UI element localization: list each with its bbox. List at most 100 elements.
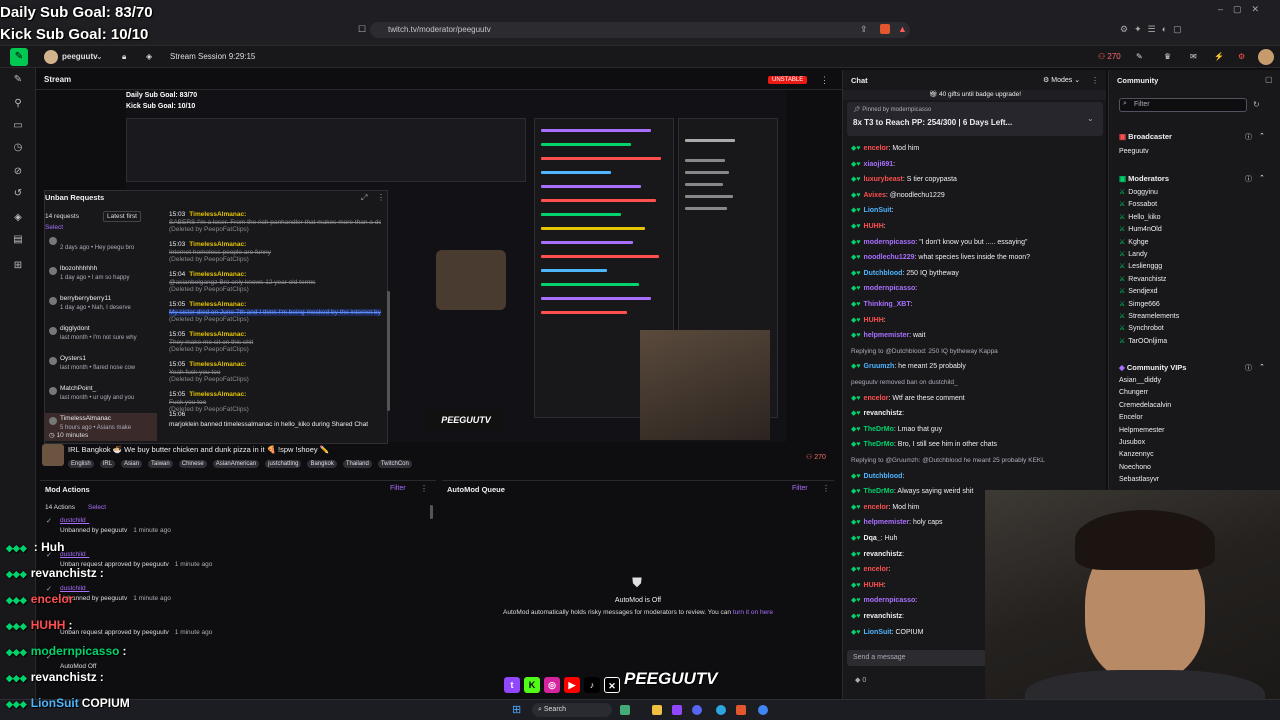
vip-item[interactable]: Helpmemester — [1119, 427, 1165, 434]
unban-request-row[interactable]: Oysters1 last month • flared nose cow — [45, 353, 157, 381]
mod-action-user[interactable]: dustchild_ — [60, 517, 89, 524]
chat-message[interactable]: ◆♥ revanchistz: — [851, 409, 904, 419]
stream-tag[interactable]: Bangkok — [307, 460, 337, 468]
stream-tag[interactable]: Thailand — [342, 460, 372, 468]
stream-tag[interactable]: Chinese — [178, 460, 207, 468]
chat-username[interactable]: HUHH — [864, 317, 884, 324]
chat-message[interactable]: ◆♥ TheDrMo: Lmao that guy — [851, 425, 942, 435]
vip-item[interactable]: Encelor — [1119, 414, 1143, 421]
chat-username[interactable]: Gruumzh — [864, 363, 895, 370]
moderator-item[interactable]: ⚔ Revanchistz — [1119, 275, 1166, 283]
chevron-down-icon[interactable]: ⌄ — [96, 50, 103, 64]
chat-message[interactable]: ◆♥ modernpicasso: "I don't know you but .… — [851, 238, 1027, 248]
chat-username[interactable]: helpmemister — [864, 519, 910, 526]
stream-tag[interactable]: IRL — [99, 460, 116, 468]
chat-message[interactable]: ◆♥ HUHH: — [851, 581, 886, 591]
channel-name[interactable]: peeguutv — [62, 50, 98, 64]
history-icon[interactable]: ↺ — [12, 188, 24, 200]
moderator-item[interactable]: ⚔ Sendjexd — [1119, 287, 1157, 295]
brave-shield-icon[interactable] — [880, 24, 890, 34]
chat-username[interactable]: TheDrMo — [864, 441, 894, 448]
chat-username[interactable]: encelor — [864, 145, 889, 152]
more-icon[interactable]: ⋮ — [822, 484, 830, 493]
chat-username[interactable]: helpmemister — [864, 332, 910, 339]
stream-tag[interactable]: Asian — [121, 460, 143, 468]
turn-on-link[interactable]: turn it on here — [733, 609, 773, 616]
refresh-icon[interactable]: ↻ — [1253, 100, 1260, 109]
stream-tag[interactable]: justchatting — [265, 460, 302, 468]
moderator-item[interactable]: ⚔ Synchrobot — [1119, 324, 1164, 332]
crown-icon[interactable]: ♛ — [1164, 50, 1171, 64]
moderator-item[interactable]: ⚔ Hello_kiko — [1119, 213, 1161, 221]
chat-username[interactable]: xiaoji691 — [864, 161, 894, 168]
unban-request-row[interactable]: MatchPoint_ last month • ur ugly and you — [45, 383, 157, 411]
chat-message[interactable]: ◆♥ xiaoji691: — [851, 160, 895, 170]
vip-item[interactable]: Asian__diddy — [1119, 377, 1161, 384]
chat-message[interactable]: ◆♥ modernpicasso: — [851, 596, 917, 606]
moderator-item[interactable]: ⚔ Simge666 — [1119, 300, 1160, 308]
chat-message[interactable]: Replying to @Dutchblood: 250 IQ bytheway… — [851, 347, 998, 357]
chat-username[interactable]: encelor — [864, 566, 889, 573]
chat-message[interactable]: ◆♥ Dutchblood: 250 IQ bytheway — [851, 269, 959, 279]
vips-heading[interactable]: ◆ Community VIPs — [1119, 363, 1186, 372]
pen-icon[interactable]: ✎ — [1136, 50, 1143, 64]
chevron-up-icon[interactable]: ⌃ — [1259, 174, 1265, 182]
chat-message[interactable]: ◆♥ HUHH: — [851, 316, 886, 326]
shield-check-icon[interactable]: ◈ — [12, 212, 24, 224]
moderator-item[interactable]: ⚔ Fossabot — [1119, 200, 1157, 208]
checkbox[interactable]: ✓ — [46, 517, 52, 525]
chat-message[interactable]: ◆♥ revanchistz: — [851, 550, 904, 560]
app-icon[interactable] — [672, 705, 682, 715]
filter-button[interactable]: Filter — [390, 485, 406, 492]
stream-tag[interactable]: English — [68, 460, 94, 468]
pin-icon[interactable]: ⚲ — [12, 98, 24, 110]
more-icon[interactable]: ⋮ — [1091, 76, 1099, 85]
moderator-item[interactable]: ⚔ Hum4nOld — [1119, 225, 1162, 233]
chat-username[interactable]: Dutchblood — [864, 473, 903, 480]
activity-icon[interactable]: ⚡ — [1214, 50, 1224, 64]
chat-message[interactable]: peeguutv removed ban on dustchild_ — [851, 378, 958, 388]
discord-icon[interactable] — [692, 705, 702, 715]
channel-points[interactable]: ◆ 0 — [855, 676, 866, 684]
unban-request-row[interactable]: digglydont last month • I'm not sure why — [45, 323, 157, 351]
chat-message[interactable]: ◆♥ HUHH: — [851, 222, 886, 232]
chat-username[interactable]: LionSuit — [864, 207, 892, 214]
user-avatar[interactable] — [1258, 49, 1274, 65]
share-icon[interactable]: ⇪ — [860, 24, 868, 35]
chat-input[interactable]: Send a message — [847, 650, 987, 666]
select-link[interactable]: Select — [45, 224, 63, 231]
vip-item[interactable]: Noechono — [1119, 464, 1151, 471]
chat-username[interactable]: Replying to @Dutchblood: 250 IQ bytheway… — [851, 348, 998, 355]
channel-avatar[interactable] — [44, 50, 58, 64]
ban-icon[interactable]: ⊘ — [12, 166, 24, 178]
chat-username[interactable]: Thinking_XBT — [864, 301, 911, 308]
actions-select[interactable]: Select — [88, 504, 106, 511]
chevron-up-icon[interactable]: ⌃ — [1259, 132, 1265, 140]
chat-username[interactable]: TheDrMo — [864, 426, 894, 433]
stream-tag[interactable]: AsianAmerican — [212, 460, 260, 468]
info-icon[interactable]: ⓘ — [1245, 174, 1252, 184]
chat-username[interactable]: encelor — [864, 395, 889, 402]
chat-message[interactable]: ◆♥ revanchistz: — [851, 612, 904, 622]
moderator-item[interactable]: ⚔ Streamelements — [1119, 312, 1179, 320]
chat-message[interactable]: ◆♥ encelor: Mod him — [851, 503, 919, 513]
chat-username[interactable]: modernpicasso — [864, 239, 916, 246]
chat-message[interactable]: ◆♥ Gruumzh: he meant 25 probably — [851, 362, 966, 372]
broadcaster-heading[interactable]: ▣ Broadcaster — [1119, 132, 1172, 141]
vip-item[interactable]: Cremedelacalvin — [1119, 402, 1171, 409]
chat-message[interactable]: ◆♥ luxurybeast: S tier copypasta — [851, 175, 957, 185]
unban-request-row[interactable]: lbozohhhhhh 1 day ago • I am so happy — [45, 263, 157, 291]
window-controls[interactable]: –▢✕ — [1218, 4, 1269, 15]
lock-icon[interactable]: 🔒︎ — [122, 50, 126, 64]
taskbar-search[interactable]: ⌕ Search — [532, 703, 612, 717]
more-icon[interactable]: ⋮ — [377, 193, 385, 202]
chat-message[interactable]: ◆♥ Dqa_: Huh — [851, 534, 897, 544]
pencil-icon[interactable]: ✎ — [12, 74, 24, 86]
chat-message[interactable]: ◆♥ Thinking_XBT: — [851, 300, 913, 310]
brave-icon[interactable] — [736, 705, 746, 715]
chrome-icon[interactable] — [758, 705, 768, 715]
chevron-down-icon[interactable]: ⌄ — [1087, 114, 1094, 123]
scrollbar[interactable] — [387, 291, 390, 411]
windows-start-icon[interactable]: ⊞ — [512, 704, 524, 716]
popout-icon[interactable]: ▢ — [1265, 75, 1273, 84]
